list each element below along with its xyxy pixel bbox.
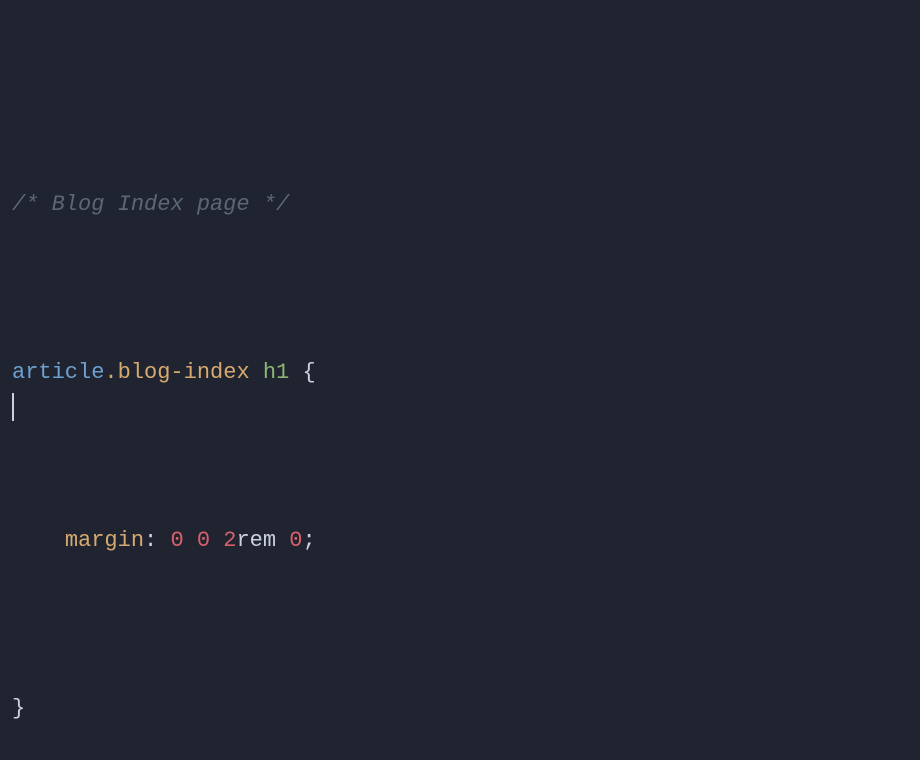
brace-close: } bbox=[12, 696, 25, 721]
code-line: article.blog-index h1 { bbox=[12, 352, 908, 394]
brace-open: { bbox=[302, 360, 315, 385]
tag-token: article bbox=[12, 360, 104, 385]
class-dot: . bbox=[104, 360, 117, 385]
property-token: margin bbox=[65, 528, 144, 553]
code-line: margin: 0 0 2rem 0; bbox=[12, 520, 908, 562]
code-editor[interactable]: /* Blog Index page */ article.blog-index… bbox=[0, 0, 920, 760]
selector-token: h1 bbox=[263, 360, 289, 385]
number-token: 0 bbox=[170, 528, 183, 553]
text-cursor bbox=[12, 393, 14, 421]
class-token: blog-index bbox=[118, 360, 250, 385]
code-line: /* Blog Index page */ bbox=[12, 184, 908, 226]
unit-token: rem bbox=[236, 528, 276, 553]
comment-token: /* Blog Index page */ bbox=[12, 192, 289, 217]
code-line: } bbox=[12, 688, 908, 730]
